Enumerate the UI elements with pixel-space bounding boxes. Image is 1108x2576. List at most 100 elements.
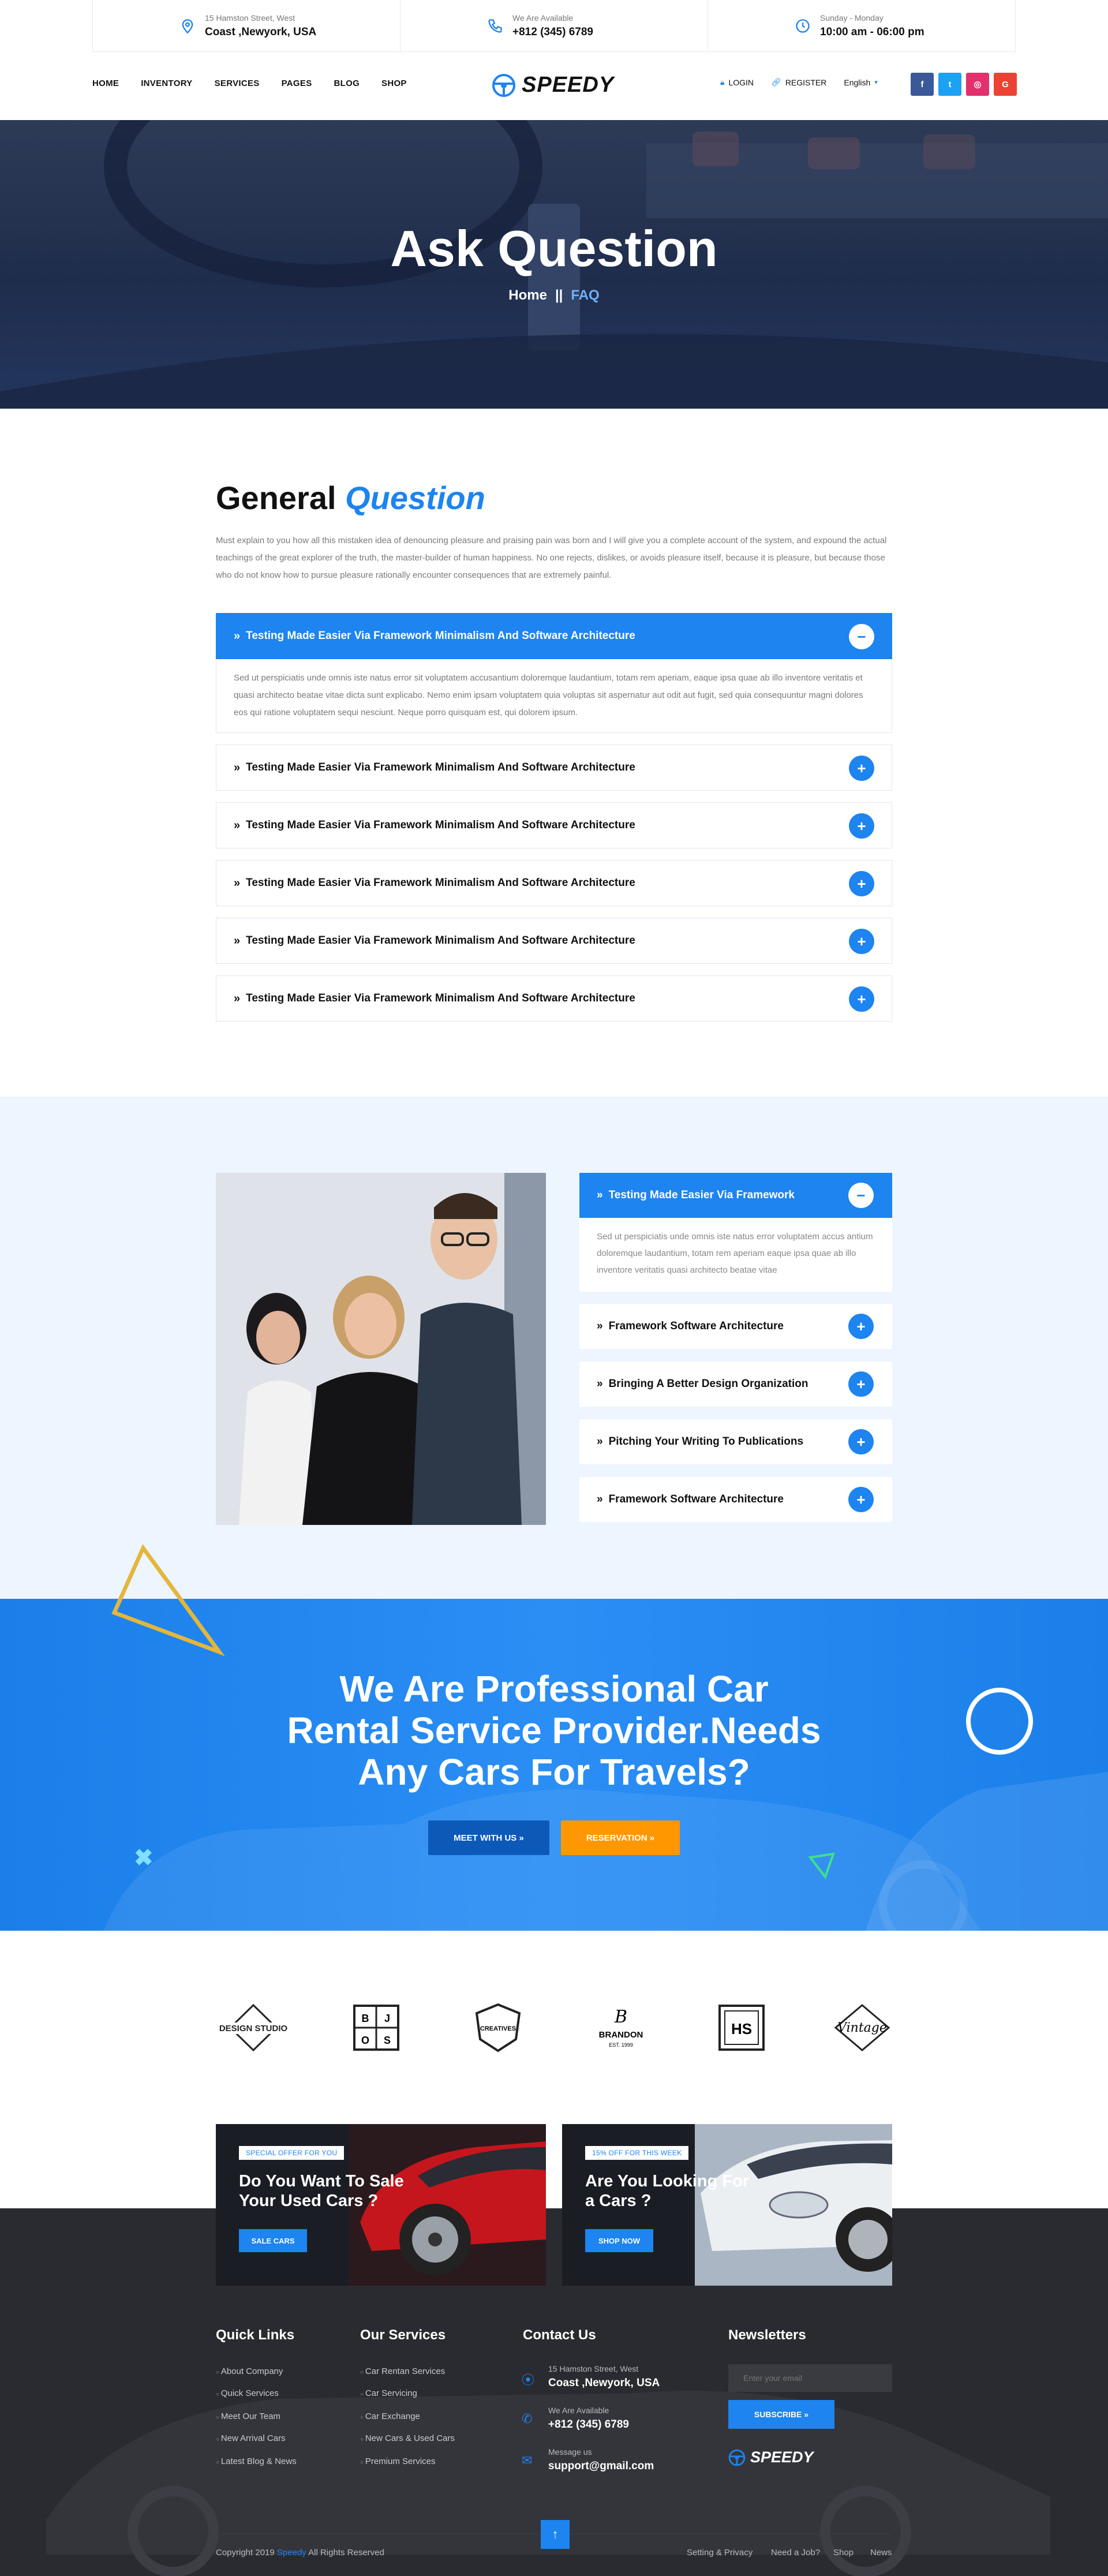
- sale-cars-button[interactable]: SALE CARS: [239, 2229, 307, 2252]
- faq2-item[interactable]: » Bringing A Better Design Organization +: [579, 1362, 892, 1407]
- faq2-item[interactable]: » Framework Software Architecture +: [579, 1477, 892, 1522]
- footer-link-jobs[interactable]: Need a Job?: [771, 2548, 820, 2558]
- login-label: LOGIN: [728, 77, 754, 87]
- footer-link-shop[interactable]: Shop: [833, 2548, 854, 2558]
- cta-line-2: Rental Service Provider.Needs: [287, 1710, 821, 1751]
- faq2-question: Framework Software Architecture: [608, 1493, 784, 1505]
- section-title-accent: Question: [345, 480, 485, 516]
- footer-service-new-used[interactable]: New Cars & Used Cars: [360, 2433, 455, 2443]
- faq2-item[interactable]: » Framework Software Architecture +: [579, 1304, 892, 1349]
- promo-title: Are You Looking For a Cars ?: [585, 2172, 750, 2210]
- faq2-item[interactable]: » Pitching Your Writing To Publications +: [579, 1419, 892, 1464]
- footer-service-servicing[interactable]: Car Servicing: [360, 2388, 417, 2398]
- plus-icon[interactable]: +: [849, 813, 874, 839]
- plus-icon[interactable]: +: [849, 929, 874, 954]
- faq-item[interactable]: » Testing Made Easier Via Framework Minim…: [216, 918, 892, 964]
- footer-service-exchange[interactable]: Car Exchange: [360, 2412, 420, 2421]
- faq-question: Testing Made Easier Via Framework Minima…: [246, 630, 635, 642]
- footer-link-privacy[interactable]: Setting & Privacy: [687, 2548, 753, 2558]
- site-logo[interactable]: SPEEDY: [492, 73, 614, 98]
- section-title: General Question: [216, 479, 485, 517]
- svg-text:CREATIVES: CREATIVES: [480, 2025, 516, 2032]
- nav-item-blog[interactable]: BLOG: [334, 78, 360, 88]
- copyright-brand[interactable]: Speedy: [277, 2548, 306, 2558]
- nav-item-pages[interactable]: PAGES: [282, 78, 312, 88]
- faq-item[interactable]: » Testing Made Easier Via Framework Minim…: [216, 975, 892, 1022]
- plus-icon[interactable]: +: [848, 1314, 874, 1339]
- instagram-icon[interactable]: ◎: [966, 73, 989, 96]
- cta-line-1: We Are Professional Car: [339, 1668, 769, 1710]
- footer-logo-text: SPEEDY: [750, 2448, 814, 2466]
- nav-item-shop[interactable]: SHOP: [381, 78, 407, 88]
- plus-icon[interactable]: +: [848, 1371, 874, 1397]
- nav-item-home[interactable]: HOME: [92, 78, 119, 88]
- footer-link-quick-services[interactable]: Quick Services: [216, 2388, 279, 2398]
- minus-icon[interactable]: −: [848, 1183, 874, 1208]
- promo-title: Do You Want To Sale Your Used Cars ?: [239, 2172, 404, 2210]
- page-title: Ask Question: [390, 220, 718, 277]
- brand-brandon-logo: B BRANDON EST. 1999: [592, 2002, 650, 2054]
- subscribe-button[interactable]: SUBSCRIBE »: [728, 2400, 834, 2429]
- faq-item-open[interactable]: » Testing Made Easier Via Framework Minim…: [216, 613, 892, 659]
- contact-mail-big[interactable]: support@gmail.com: [548, 2460, 654, 2473]
- language-select[interactable]: English ▾: [844, 78, 877, 87]
- shop-now-button[interactable]: SHOP NOW: [585, 2229, 653, 2252]
- double-chevron-icon: »: [234, 934, 241, 947]
- faq2-question: Bringing A Better Design Organization: [608, 1378, 808, 1390]
- cta-line-3: Any Cars For Travels?: [358, 1751, 750, 1793]
- section-intro: Must explain to you how all this mistake…: [216, 536, 887, 580]
- breadcrumb-separator: ||: [555, 287, 563, 303]
- footer-service-rental[interactable]: Car Rentan Services: [360, 2366, 445, 2376]
- plus-icon[interactable]: +: [849, 756, 874, 781]
- footer-link-about[interactable]: About Company: [216, 2366, 283, 2376]
- mail-icon: ✉: [522, 2453, 533, 2467]
- faq-question: Testing Made Easier Via Framework Minima…: [246, 761, 635, 773]
- footer-link-team[interactable]: Meet Our Team: [216, 2412, 280, 2421]
- login-link[interactable]: 🔒︎ LOGIN: [720, 77, 754, 87]
- address-info: 15 Hamston Street, West Coast ,Newyork, U…: [93, 0, 400, 51]
- faq-item[interactable]: » Testing Made Easier Via Framework Minim…: [216, 745, 892, 791]
- twitter-icon[interactable]: t: [938, 73, 961, 96]
- double-chevron-icon: »: [597, 1189, 603, 1201]
- google-plus-icon[interactable]: G: [994, 73, 1017, 96]
- phone-big[interactable]: +812 (345) 6789: [512, 26, 593, 38]
- hours-big: 10:00 am - 06:00 pm: [820, 25, 924, 38]
- brand-vintage-logo: Vintage: [832, 2002, 892, 2054]
- footer-logo[interactable]: SPEEDY: [728, 2448, 814, 2466]
- nav-item-services[interactable]: SERVICES: [215, 78, 260, 88]
- nav-menu: HOME INVENTORY SERVICES PAGES BLOG SHOP: [92, 78, 407, 88]
- register-link[interactable]: 🔗︎ REGISTER: [771, 77, 826, 87]
- reservation-button[interactable]: RESERVATION »: [561, 1820, 680, 1855]
- double-chevron-icon: »: [234, 629, 241, 642]
- plus-icon[interactable]: +: [849, 986, 874, 1012]
- footer-link-news[interactable]: News: [870, 2548, 892, 2558]
- plus-icon[interactable]: +: [848, 1429, 874, 1455]
- footer-service-premium[interactable]: Premium Services: [360, 2457, 436, 2466]
- plus-icon[interactable]: +: [848, 1487, 874, 1512]
- footer-link-new-arrival[interactable]: New Arrival Cars: [216, 2433, 286, 2443]
- double-chevron-icon: »: [597, 1320, 603, 1332]
- faq-question: Testing Made Easier Via Framework Minima…: [246, 877, 635, 889]
- meet-with-us-button[interactable]: MEET WITH US »: [428, 1820, 549, 1855]
- faq-item[interactable]: » Testing Made Easier Via Framework Minim…: [216, 802, 892, 848]
- cross-shape-icon: ✖: [134, 1845, 154, 1871]
- plus-icon[interactable]: +: [849, 871, 874, 896]
- faq2-item-open[interactable]: » Testing Made Easier Via Framework −: [579, 1173, 892, 1218]
- phone-icon: [488, 18, 502, 33]
- breadcrumb-home[interactable]: Home: [508, 287, 547, 303]
- back-to-top-arrow-icon[interactable]: ↑: [541, 2520, 570, 2549]
- svg-text:EST. 1999: EST. 1999: [609, 2042, 633, 2048]
- contact-phone-big[interactable]: +812 (345) 6789: [548, 2418, 629, 2431]
- brand-creatives-logo: CREATIVES: [472, 2002, 524, 2054]
- minus-icon[interactable]: −: [849, 624, 874, 649]
- newsletter-email-input[interactable]: [728, 2364, 892, 2392]
- facebook-icon[interactable]: f: [911, 73, 934, 96]
- nav-item-inventory[interactable]: INVENTORY: [141, 78, 192, 88]
- section-title-plain: General: [216, 480, 336, 516]
- quick-links-title: Quick Links: [216, 2327, 295, 2343]
- address-big: Coast ,Newyork, USA: [205, 25, 317, 38]
- footer-link-blog[interactable]: Latest Blog & News: [216, 2457, 297, 2466]
- contact-mail-small: Message us: [548, 2447, 592, 2457]
- faq-item[interactable]: » Testing Made Easier Via Framework Minim…: [216, 860, 892, 906]
- cta-heading: We Are Professional Car Rental Service P…: [0, 1668, 1108, 1793]
